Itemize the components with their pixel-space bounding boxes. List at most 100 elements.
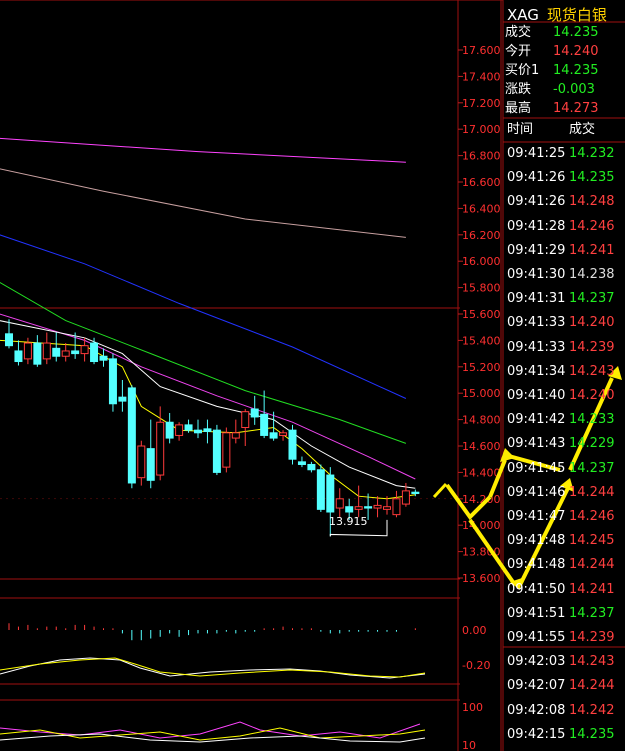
trade-time: 09:41:55 xyxy=(507,630,566,645)
candle-body xyxy=(146,448,155,481)
trade-price: 14.245 xyxy=(569,533,615,549)
price-axis: 17.600 17.400 17.200 17.000 16.800 16.600 16.4… xyxy=(458,44,501,585)
candle-body xyxy=(118,396,127,402)
moving-average-line xyxy=(0,313,416,480)
quote-value: -0.003 xyxy=(553,82,595,97)
y-tick-label: 15.800 xyxy=(462,282,501,295)
trade-price: 14.248 xyxy=(569,194,615,210)
trade-time: 09:41:45 xyxy=(507,460,566,476)
trade-price: 14.240 xyxy=(569,388,615,403)
y-tick-label: 15.400 xyxy=(462,334,501,347)
trade-row: 09:41:51 14.237 xyxy=(507,604,615,624)
candle-body xyxy=(175,424,184,436)
candle-body xyxy=(165,421,174,439)
trade-price: 14.237 xyxy=(569,291,615,307)
trade-price: 14.237 xyxy=(569,605,615,621)
trade-row: 09:41:42 14.233 xyxy=(507,410,615,430)
candle-body xyxy=(156,421,165,476)
y-tick-label: 13.600 xyxy=(462,572,501,585)
trade-time: 09:41:42 xyxy=(507,412,566,428)
trade-price: 14.229 xyxy=(569,436,615,452)
trade-time: 09:41:33 xyxy=(507,339,566,355)
quote-label: 今开 xyxy=(505,44,532,59)
candle-body xyxy=(212,429,221,473)
quote-value: 14.235 xyxy=(553,25,599,40)
trade-time: 09:41:47 xyxy=(507,509,566,524)
candle-body xyxy=(61,350,70,357)
trade-row: 09:41:26 14.235 xyxy=(507,168,615,188)
trade-price: 14.246 xyxy=(569,509,615,524)
moving-average-lines xyxy=(0,137,416,500)
quote-label: 涨跌 xyxy=(505,82,532,97)
trade-price: 14.244 xyxy=(569,484,615,500)
quote-row: 买价1 14.235 xyxy=(505,62,599,79)
trade-row: 09:41:28 14.246 xyxy=(507,217,615,237)
trade-row: 09:41:29 14.241 xyxy=(507,241,615,261)
candle-body xyxy=(354,506,363,510)
trade-row: 09:41:46 14.244 xyxy=(507,483,615,503)
trade-price: 14.240 xyxy=(569,315,615,331)
y-tick-label: 16.600 xyxy=(462,176,501,189)
trade-row: 09:41:31 14.237 xyxy=(507,289,615,309)
y-tick-label: 16.200 xyxy=(462,229,501,242)
candle-body xyxy=(269,432,278,439)
indicator2-tick-label: 100 xyxy=(462,701,483,714)
candle-body xyxy=(316,469,325,510)
y-tick-label: 15.000 xyxy=(462,387,501,400)
trade-price: 14.232 xyxy=(569,146,615,161)
arrow-path xyxy=(432,482,448,499)
candle-body xyxy=(5,333,13,347)
y-tick-label: 17.600 xyxy=(462,44,501,57)
trade-time: 09:42:03 xyxy=(507,654,566,670)
y-tick-label: 14.800 xyxy=(462,414,501,427)
indicator1-tick-label: 0.00 xyxy=(462,624,487,637)
trade-time: 09:41:48 xyxy=(507,533,566,549)
moving-average-line xyxy=(0,168,406,238)
candle-body xyxy=(345,506,354,513)
trade-time: 09:41:48 xyxy=(507,557,566,573)
trade-row: 09:42:07 14.244 xyxy=(507,676,615,696)
trade-row: 09:42:03 14.243 xyxy=(507,652,615,672)
y-tick-label: 16.800 xyxy=(462,150,501,163)
candle-body xyxy=(203,428,212,432)
quote-row: 成交 14.235 xyxy=(505,24,599,41)
trade-price: 14.246 xyxy=(569,218,615,234)
instrument-name: 现货白银 xyxy=(546,6,607,24)
trade-row: 09:41:40 14.240 xyxy=(507,386,615,406)
moving-average-line xyxy=(0,281,407,444)
trades-header-time: 时间 xyxy=(507,122,534,137)
y-tick-label: 15.200 xyxy=(462,361,501,374)
candle-body xyxy=(71,350,80,355)
trade-row: 09:41:45 14.237 xyxy=(507,459,615,479)
trade-price: 14.237 xyxy=(569,460,615,476)
candle-body xyxy=(373,504,382,509)
trade-row: 09:41:34 14.243 xyxy=(507,362,615,382)
trade-time: 09:41:51 xyxy=(507,605,566,621)
trade-time: 09:41:40 xyxy=(507,388,566,403)
candle-body xyxy=(335,498,344,509)
candle-body xyxy=(288,429,297,460)
trade-price: 14.235 xyxy=(569,726,615,742)
trade-time: 09:41:33 xyxy=(507,315,566,331)
trade-price: 14.243 xyxy=(569,654,615,670)
y-tick-label: 16.400 xyxy=(462,202,501,215)
indicator-panel-2: 100 10 xyxy=(0,701,483,751)
trade-row: 09:41:48 14.244 xyxy=(507,555,615,575)
moving-average-line xyxy=(0,339,416,500)
candle-body xyxy=(250,408,259,418)
candle-body xyxy=(23,342,32,360)
candle-body xyxy=(231,432,240,439)
candle-body xyxy=(52,347,61,357)
indicator1-tick-label: -0.20 xyxy=(462,659,490,672)
candle-body xyxy=(241,411,250,429)
candle-body xyxy=(99,355,108,361)
trade-time: 09:41:25 xyxy=(507,146,566,161)
trade-row: 09:41:47 14.246 xyxy=(507,507,615,527)
trade-time: 09:41:26 xyxy=(507,170,566,186)
candle-body xyxy=(127,387,136,484)
indicator2-tick-label: 10 xyxy=(462,739,476,751)
trade-time: 09:42:15 xyxy=(507,726,566,742)
candle-body xyxy=(260,413,269,436)
candle-body xyxy=(42,342,51,360)
candle-body xyxy=(108,358,117,405)
